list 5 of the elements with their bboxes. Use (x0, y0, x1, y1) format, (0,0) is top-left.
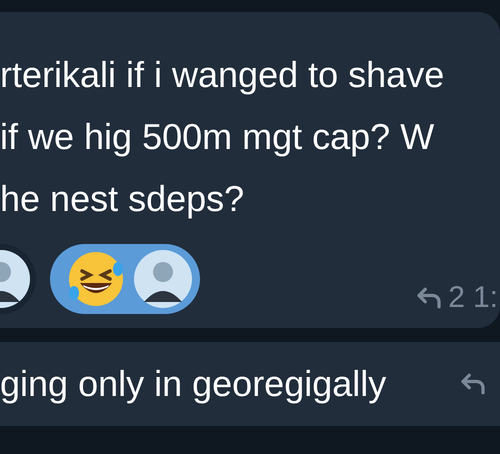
reply-count: 2 (448, 280, 465, 316)
avatar-icon (134, 250, 192, 308)
message-text: ging only in georegigally (0, 362, 386, 406)
message-text: rterikali if i wanged to shave if we hig 500m mgt cap? W he nest sdeps? (0, 53, 446, 221)
message-time: 1: (472, 280, 498, 316)
